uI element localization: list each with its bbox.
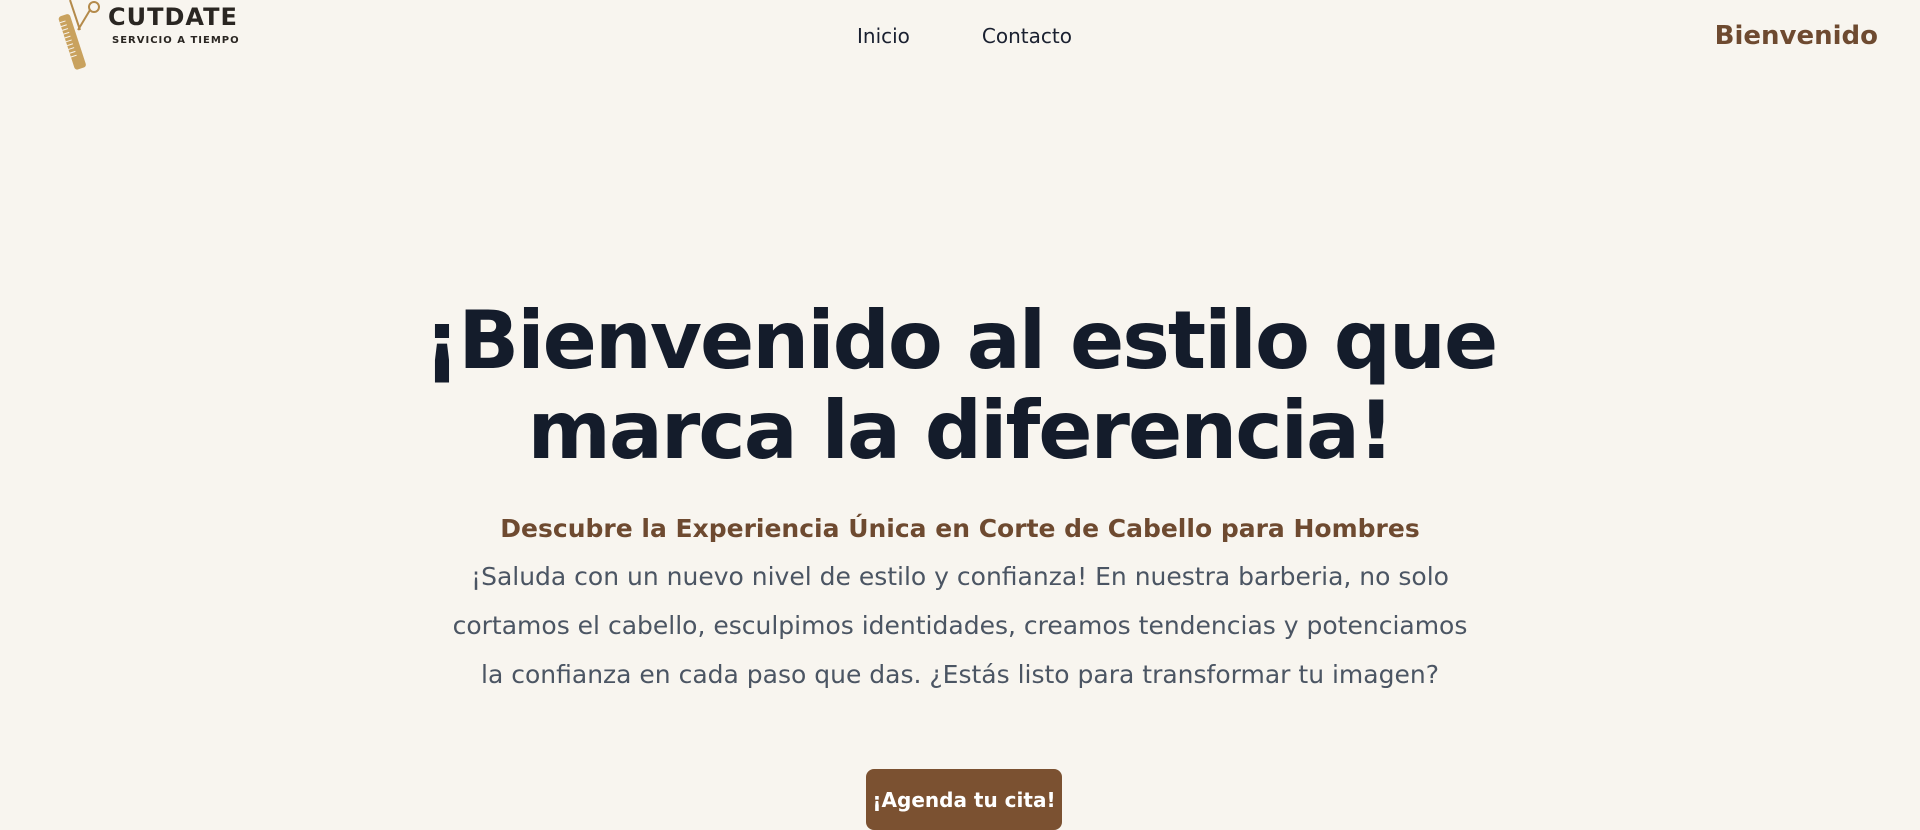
nav-item-contacto[interactable]: Contacto <box>982 24 1072 48</box>
scissors-comb-icon <box>58 0 100 70</box>
hero-title: ¡Bienvenido al estilo que marca la difer… <box>423 294 1498 477</box>
hero-section: ¡Bienvenido al estilo que marca la difer… <box>0 296 1920 699</box>
site-header: CUTDATE SERVICIO A TIEMPO Inicio Contact… <box>0 0 1920 76</box>
hero-description: ¡Saluda con un nuevo nivel de estilo y c… <box>452 562 1468 689</box>
brand-logo[interactable]: CUTDATE SERVICIO A TIEMPO <box>50 0 250 72</box>
book-appointment-button[interactable]: ¡Agenda tu cita! <box>866 769 1062 830</box>
nav-item-inicio[interactable]: Inicio <box>857 24 910 48</box>
main-nav: Inicio Contacto <box>857 24 1072 48</box>
brand-name: CUTDATE <box>108 3 238 31</box>
welcome-label: Bienvenido <box>1714 21 1878 51</box>
brand-tagline: SERVICIO A TIEMPO <box>112 35 240 46</box>
hero-subtitle: Descubre la Experiencia Única en Corte d… <box>500 514 1420 543</box>
